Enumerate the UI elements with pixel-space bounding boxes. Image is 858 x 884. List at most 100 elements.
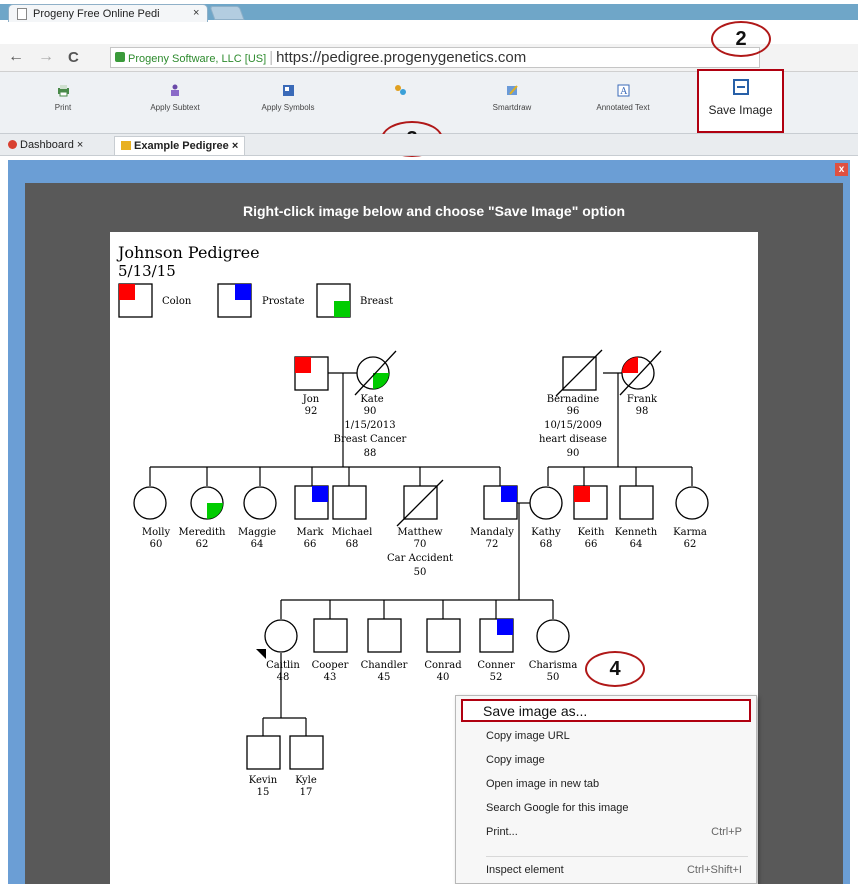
apply-subtext-label: Apply Subtext bbox=[150, 103, 200, 112]
app-tab-bar: Dashboard × Example Pedigree × bbox=[0, 134, 858, 156]
person-subtext-icon bbox=[170, 84, 179, 96]
url-field[interactable]: Progeny Software, LLC [US] | https://pedig… bbox=[110, 47, 760, 68]
print-button[interactable]: Print bbox=[13, 80, 113, 124]
name-kenneth: Kenneth bbox=[615, 527, 658, 538]
age-cooper: 43 bbox=[324, 672, 337, 683]
lock-icon bbox=[115, 52, 125, 62]
age-caitlin: 48 bbox=[277, 672, 290, 683]
symbol-chandler bbox=[367, 618, 402, 653]
age-bernadine: 96 bbox=[567, 406, 580, 417]
tab-dashboard[interactable]: Dashboard × bbox=[2, 136, 89, 155]
back-arrow-icon[interactable]: ← bbox=[8, 48, 24, 66]
name-matthew: Matthew bbox=[397, 527, 443, 538]
annotated-text-button[interactable]: A Annotated Text bbox=[573, 80, 673, 124]
cause-bernadine: heart disease bbox=[539, 434, 607, 445]
death-bernadine: 10/15/2009 bbox=[544, 420, 602, 431]
menu-copy-image[interactable]: Copy image bbox=[456, 754, 756, 766]
symbol-kevin bbox=[246, 735, 281, 770]
symbol-charisma bbox=[536, 619, 570, 653]
age-mark: 66 bbox=[304, 539, 317, 550]
name-chandler: Chandler bbox=[361, 660, 408, 671]
legend-colon-fill bbox=[119, 284, 135, 300]
pedigree-tree-icon bbox=[121, 141, 131, 150]
legend-prostate-fill bbox=[235, 284, 251, 300]
name-kathy: Kathy bbox=[531, 527, 561, 538]
smartdraw-button[interactable]: Smartdraw bbox=[462, 80, 562, 124]
tab-example-pedigree[interactable]: Example Pedigree × bbox=[114, 136, 246, 155]
name-kevin: Kevin bbox=[249, 775, 278, 786]
cause-age-bernadine: 90 bbox=[567, 448, 580, 459]
reload-icon[interactable]: C bbox=[68, 49, 79, 66]
name-maggie: Maggie bbox=[238, 527, 276, 538]
affected-prostate-mandaly bbox=[501, 486, 517, 502]
forward-arrow-icon[interactable]: → bbox=[38, 48, 54, 66]
annotated-text-icon: A bbox=[617, 84, 629, 97]
menu-search-google[interactable]: Search Google for this image bbox=[456, 802, 756, 814]
legend bbox=[118, 283, 351, 318]
apply-subtext-button[interactable]: Apply Subtext bbox=[125, 80, 225, 124]
age-maggie: 64 bbox=[251, 539, 264, 550]
dashboard-icon bbox=[8, 140, 17, 149]
menu-copy-image-url[interactable]: Copy image URL bbox=[456, 730, 756, 742]
menu-inspect-element[interactable]: Inspect element Ctrl+Shift+I bbox=[456, 864, 756, 876]
people-button[interactable] bbox=[350, 80, 450, 124]
age-conner: 52 bbox=[490, 672, 503, 683]
printer-icon bbox=[57, 85, 69, 97]
symbol-karma bbox=[675, 486, 709, 520]
dialog-close-icon[interactable]: x bbox=[835, 163, 848, 176]
close-tab-icon[interactable]: × bbox=[193, 7, 199, 19]
menu-print-shortcut: Ctrl+P bbox=[711, 826, 742, 838]
cause-age-kate: 88 bbox=[364, 448, 377, 459]
new-tab-button[interactable] bbox=[209, 6, 245, 20]
name-caitlin: Caitlin bbox=[266, 660, 300, 671]
name-molly: Molly bbox=[142, 527, 171, 538]
name-charisma: Charisma bbox=[529, 660, 578, 671]
symbol-kenneth bbox=[619, 485, 654, 520]
name-conrad: Conrad bbox=[424, 660, 462, 671]
cause-age-matthew: 50 bbox=[414, 567, 427, 578]
menu-open-new-tab[interactable]: Open image in new tab bbox=[456, 778, 756, 790]
proband-arrow-icon bbox=[256, 649, 266, 659]
page-icon bbox=[17, 8, 27, 20]
menu-print-label: Print... bbox=[486, 826, 518, 838]
name-keith: Keith bbox=[578, 527, 605, 538]
name-kyle: Kyle bbox=[295, 775, 317, 786]
age-conrad: 40 bbox=[437, 672, 450, 683]
save-image-label: Save Image bbox=[708, 103, 773, 117]
pedigree-date: 5/13/15 bbox=[118, 262, 176, 280]
age-michael: 68 bbox=[346, 539, 359, 550]
legend-prostate-label: Prostate bbox=[262, 296, 305, 307]
name-karma: Karma bbox=[673, 527, 707, 538]
apply-symbols-button[interactable]: Apply Symbols bbox=[238, 80, 338, 124]
symbol-cooper bbox=[313, 618, 348, 653]
name-kate: Kate bbox=[360, 394, 383, 405]
age-kate: 90 bbox=[364, 406, 377, 417]
menu-separator bbox=[486, 856, 748, 857]
save-image-button[interactable]: Save Image bbox=[697, 69, 784, 133]
cause-matthew: Car Accident bbox=[387, 553, 453, 564]
age-kathy: 68 bbox=[540, 539, 553, 550]
affected-breast-kate bbox=[373, 373, 389, 389]
symbol-molly bbox=[133, 486, 167, 520]
affected-colon-frank bbox=[622, 357, 638, 373]
affected-prostate-mark bbox=[312, 486, 328, 502]
age-frank: 98 bbox=[636, 406, 649, 417]
apply-symbols-label: Apply Symbols bbox=[261, 103, 315, 112]
legend-colon-label: Colon bbox=[162, 296, 192, 307]
age-chandler: 45 bbox=[378, 672, 391, 683]
legend-breast-fill bbox=[334, 301, 350, 317]
menu-save-image-as[interactable]: Save image as... bbox=[461, 699, 751, 722]
name-michael: Michael bbox=[332, 527, 373, 538]
legend-breast-label: Breast bbox=[360, 296, 393, 307]
menu-print[interactable]: Print... Ctrl+P bbox=[456, 826, 756, 838]
death-kate: 1/15/2013 bbox=[344, 420, 395, 431]
print-label: Print bbox=[54, 103, 72, 112]
callout-2: 2 bbox=[711, 21, 771, 57]
context-menu: Copy image URL Copy image Open image in … bbox=[455, 695, 757, 884]
callout-4: 4 bbox=[585, 651, 645, 687]
browser-tab[interactable]: Progeny Free Online Pedi × bbox=[8, 4, 208, 22]
smartdraw-label: Smartdraw bbox=[492, 103, 532, 112]
secure-identity-label: Progeny Software, LLC [US] bbox=[128, 53, 267, 65]
url-text: https://pedigree.progenygenetics.com bbox=[276, 49, 527, 66]
age-kyle: 17 bbox=[300, 787, 313, 798]
